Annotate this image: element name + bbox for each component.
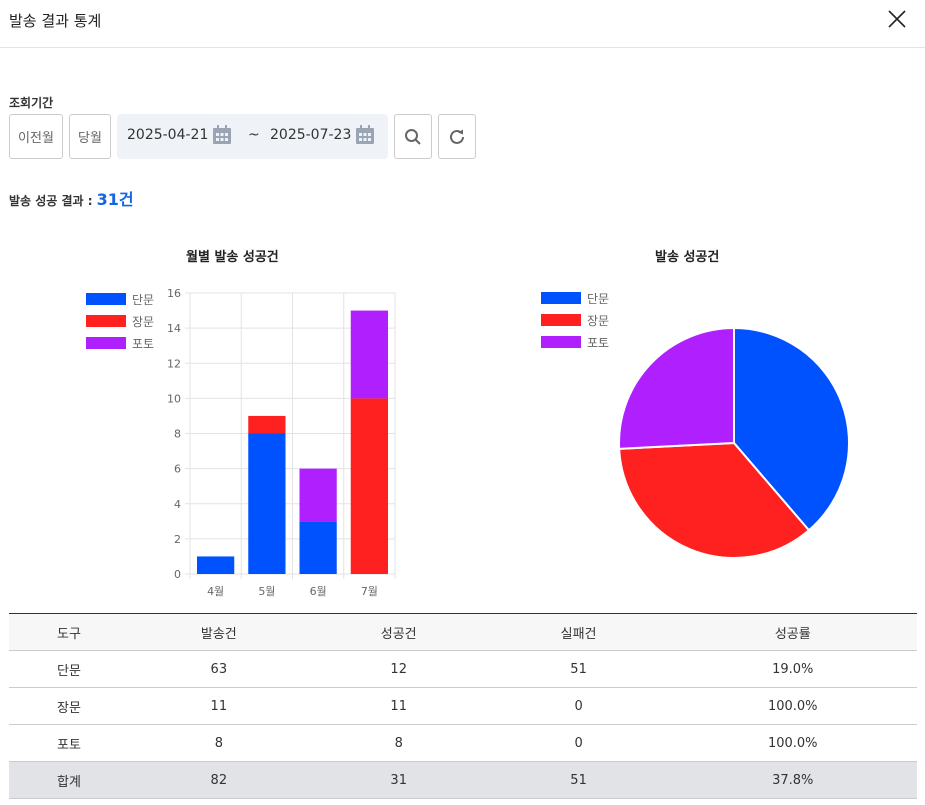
table-cell: 0 [488,687,669,725]
bar-legend: 단문 장문 포토 [86,288,154,354]
col-header: 성공률 [668,613,917,651]
bar-장문 [350,398,388,574]
calendar-icon[interactable] [355,125,375,145]
legend-item[interactable]: 포토 [86,332,154,354]
table-cell: 51 [488,650,669,688]
result-label: 발송 성공 결과 : [9,194,93,208]
y-tick-label: 6 [174,463,181,476]
date-from-input[interactable]: 2025-04-21 [127,127,208,143]
search-icon [405,128,421,145]
search-button[interactable] [394,114,432,159]
bar-chart: 0 2 4 6 8 10 12 14 16 4월 5월 6월 7월 [167,287,396,598]
date-to-input[interactable]: 2025-07-23 [270,127,351,143]
y-tick-label: 8 [174,428,181,441]
pie-legend: 단문 장문 포토 [541,287,609,353]
table-cell: 82 [128,761,309,799]
bar-단문 [197,556,235,574]
table-cell: 12 [308,650,489,688]
table-cell: 8 [128,724,309,762]
bar-단문 [299,521,337,574]
period-label: 조회기간 [9,96,54,110]
table-cell: 11 [308,687,489,725]
total-row: 합계 82 31 51 37.8% [9,761,917,799]
x-tick-label: 4월 [207,585,224,598]
pie-slice-포토 [618,326,735,450]
table-cell: 31 [308,761,489,799]
x-tick-label: 7월 [361,585,378,598]
legend-item[interactable]: 장문 [541,309,609,331]
bar-포토 [350,310,388,399]
pie-chart [618,326,850,559]
table-cell: 합계 [9,761,129,799]
y-tick-label: 0 [174,568,181,581]
table-cell: 장문 [9,687,129,725]
y-tick-label: 14 [167,322,181,335]
y-tick-label: 10 [167,392,181,405]
result-value: 31건 [96,190,134,209]
y-tick-label: 4 [174,498,181,511]
col-header: 성공건 [308,613,489,651]
table-cell: 포토 [9,724,129,762]
refresh-button[interactable] [438,114,476,159]
legend-item[interactable]: 단문 [541,287,609,309]
table-cell: 37.8% [668,761,917,799]
x-tick-label: 6월 [310,585,327,598]
bar-장문 [248,415,286,434]
date-range: 2025-04-21 ~ 2025-07-23 [117,114,388,159]
legend-item[interactable]: 단문 [86,288,154,310]
pie-chart-title: 발송 성공건 [655,250,720,265]
prev-month-button[interactable]: 이전월 [9,114,63,159]
table-cell: 100.0% [668,687,917,725]
col-header: 발송건 [128,613,309,651]
col-header: 실패건 [488,613,669,651]
bar-단문 [248,433,286,574]
table-row: 장문 11 11 0 100.0% [9,687,917,725]
table-cell: 0 [488,724,669,762]
stats-table: 도구 발송건 성공건 실패건 성공률 단문 63 12 51 19.0% 장문 11 11 0 1… [9,613,917,799]
table-cell: 19.0% [668,650,917,688]
modal-title: 발송 결과 통계 [9,12,102,30]
table-cell: 100.0% [668,724,917,762]
bar-포토 [299,468,337,522]
table-cell: 63 [128,650,309,688]
close-icon[interactable] [886,8,908,30]
table-row: 포토 8 8 0 100.0% [9,724,917,762]
y-tick-label: 2 [174,533,181,546]
calendar-icon[interactable] [212,125,232,145]
legend-item[interactable]: 포토 [541,331,609,353]
result-summary: 발송 성공 결과 :31건 [9,186,134,210]
table-cell: 단문 [9,650,129,688]
col-header: 도구 [9,613,129,651]
x-tick-label: 5월 [258,585,275,598]
table-row: 단문 63 12 51 19.0% [9,650,917,688]
bar-chart-title: 월별 발송 성공건 [186,250,279,265]
modal-header: 발송 결과 통계 [0,0,925,48]
table-cell: 11 [128,687,309,725]
tilde: ~ [248,127,260,143]
table-cell: 8 [308,724,489,762]
y-tick-label: 16 [167,287,181,300]
y-tick-label: 12 [167,357,181,370]
table-cell: 51 [488,761,669,799]
legend-item[interactable]: 장문 [86,310,154,332]
refresh-icon [450,129,464,144]
this-month-button[interactable]: 당월 [69,114,111,159]
